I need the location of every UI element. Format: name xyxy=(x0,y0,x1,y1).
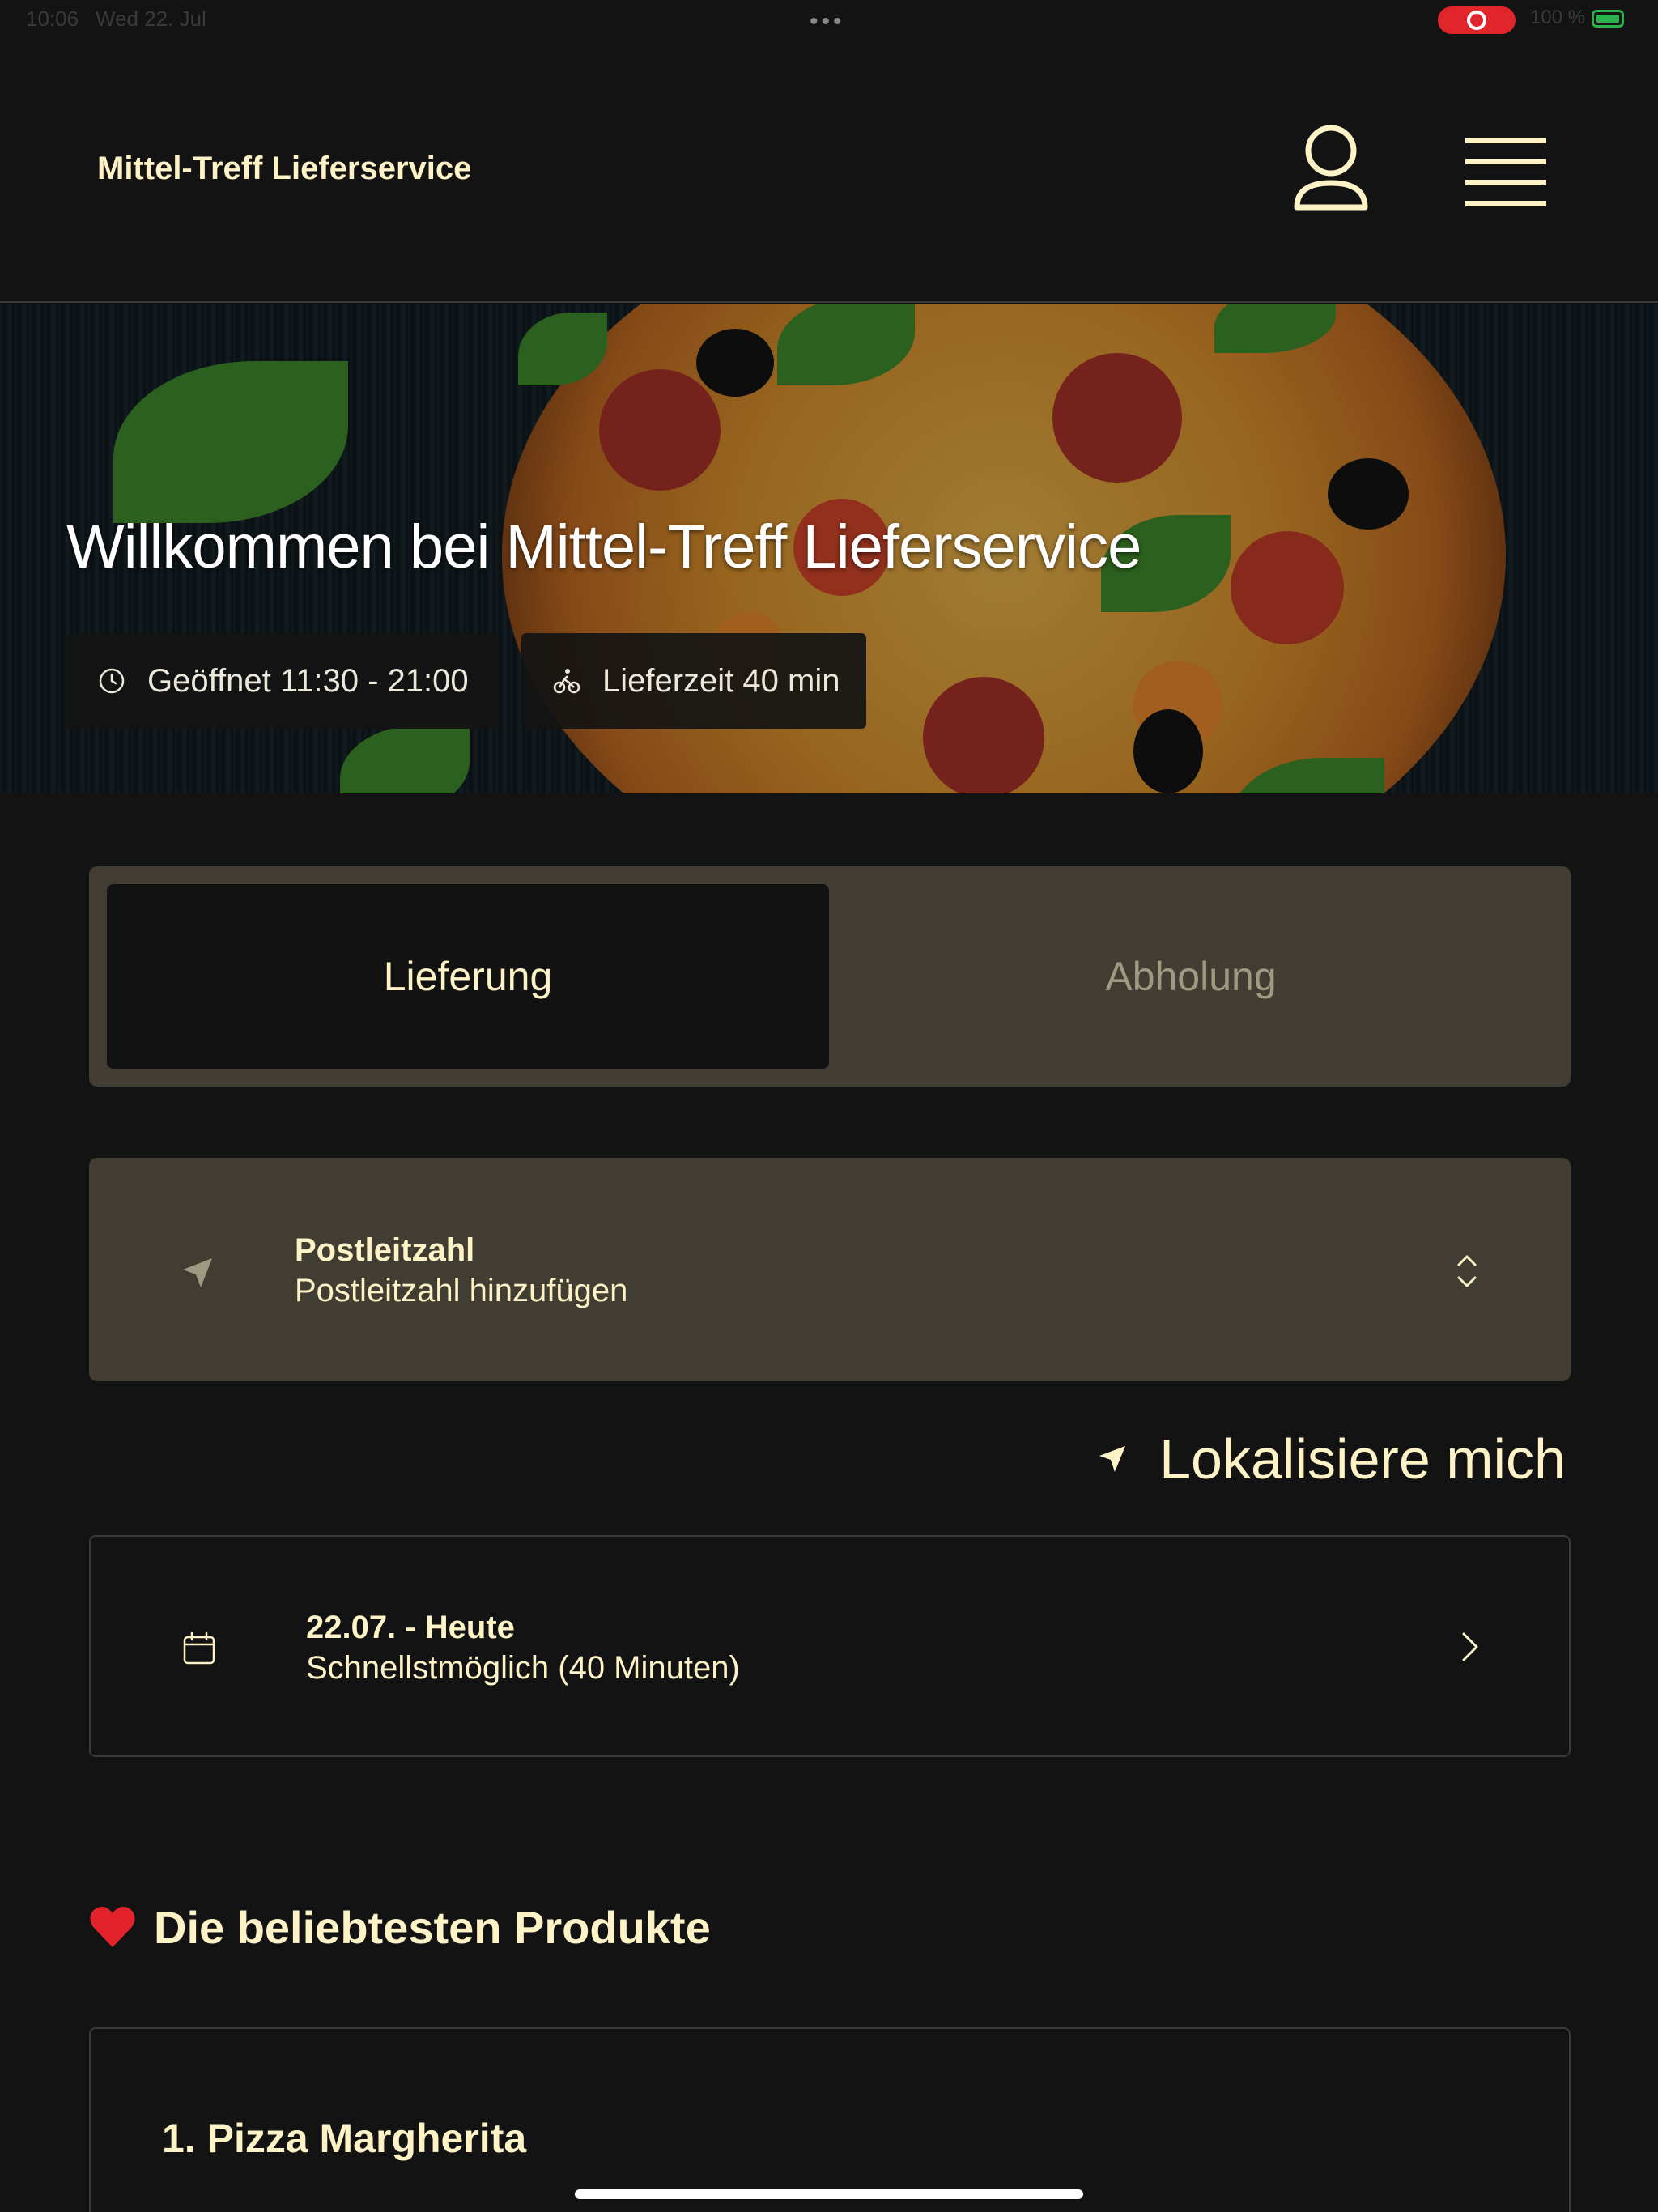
calendar-icon xyxy=(183,1631,215,1665)
bike-courier-icon xyxy=(553,669,580,694)
user-icon xyxy=(1294,125,1368,211)
delivery-time-option: Schnellstmöglich (40 Minuten) xyxy=(306,1650,740,1686)
battery-icon xyxy=(1592,10,1624,28)
home-indicator[interactable] xyxy=(575,2189,1083,2199)
popular-products-title: Die beliebtesten Produkte xyxy=(154,1901,711,1953)
postal-code-field[interactable]: Postleitzahl Postleitzahl hinzufügen xyxy=(89,1158,1571,1381)
location-arrow-icon xyxy=(1099,1446,1126,1472)
status-bar: 10:06 Wed 22. Jul ••• 100 % xyxy=(0,0,1658,39)
postal-code-label: Postleitzahl xyxy=(295,1232,475,1268)
chevron-up-down-icon xyxy=(1457,1255,1477,1287)
postal-code-placeholder: Postleitzahl hinzufügen xyxy=(295,1273,628,1308)
product-card[interactable]: 1. Pizza Margherita xyxy=(89,2027,1571,2212)
clock-icon xyxy=(99,668,125,694)
welcome-title: Willkommen bei Mittel-Treff Lieferservic… xyxy=(66,513,1141,581)
hero-banner: Willkommen bei Mittel-Treff Lieferservic… xyxy=(0,304,1658,793)
order-mode-switch: Lieferung Abholung xyxy=(89,866,1571,1087)
locate-me-label: Lokalisiere mich xyxy=(1159,1427,1566,1491)
opening-hours-text: Geöffnet 11:30 - 21:00 xyxy=(147,662,469,699)
tab-delivery[interactable]: Lieferung xyxy=(107,884,829,1069)
delivery-time-text: Lieferzeit 40 min xyxy=(602,662,840,699)
status-date: Wed 22. Jul xyxy=(96,6,206,31)
app-header: Mittel-Treff Lieferservice xyxy=(0,39,1658,303)
account-button[interactable] xyxy=(1290,120,1371,217)
multitasking-dots-icon[interactable]: ••• xyxy=(810,8,845,36)
product-name: 1. Pizza Margherita xyxy=(162,2116,527,2161)
location-arrow-icon xyxy=(183,1258,212,1287)
menu-button[interactable] xyxy=(1464,136,1548,209)
delivery-time-badge: Lieferzeit 40 min xyxy=(521,633,866,729)
opening-hours-badge: Geöffnet 11:30 - 21:00 xyxy=(66,633,499,729)
battery-percentage: 100 % xyxy=(1530,6,1586,28)
locate-me-button[interactable]: Lokalisiere mich xyxy=(1096,1425,1566,1493)
delivery-time-selector[interactable]: 22.07. - Heute Schnellstmöglich (40 Minu… xyxy=(89,1535,1571,1757)
heart-icon xyxy=(90,1907,135,1947)
brand-title[interactable]: Mittel-Treff Lieferservice xyxy=(97,151,471,187)
hamburger-icon xyxy=(1465,138,1546,206)
screen-recording-icon[interactable] xyxy=(1438,6,1516,34)
delivery-date: 22.07. - Heute xyxy=(306,1610,515,1645)
tab-pickup[interactable]: Abholung xyxy=(829,884,1553,1069)
popular-products-heading: Die beliebtesten Produkte xyxy=(89,1898,711,1956)
chevron-right-icon xyxy=(1462,1632,1478,1661)
status-time: 10:06 xyxy=(26,6,79,31)
